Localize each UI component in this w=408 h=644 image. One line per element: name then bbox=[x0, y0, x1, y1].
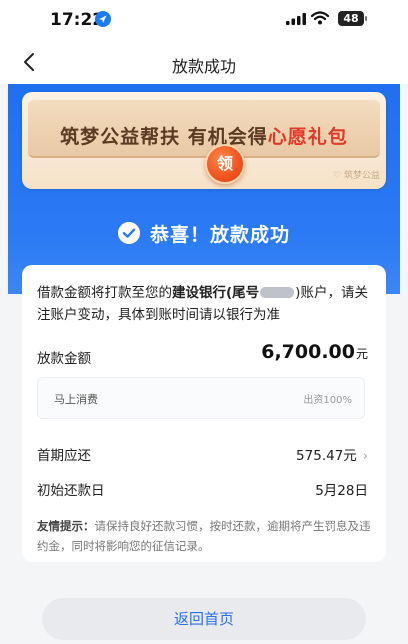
chevron-right-icon: › bbox=[362, 449, 368, 464]
return-home-button[interactable]: 返回首页 bbox=[42, 598, 366, 640]
success-check-icon bbox=[117, 222, 140, 244]
first-repayment-row[interactable]: 575.47元 › bbox=[296, 444, 368, 464]
banner-panel: 筑梦公益帮扶 有机会得心愿礼包 bbox=[28, 100, 380, 158]
nav-bar: 放款成功 bbox=[0, 40, 408, 84]
first-repayment-label: 首期应还 bbox=[37, 448, 91, 464]
banner-badge: ♡ 筑梦公益 bbox=[333, 171, 380, 181]
lender-ratio: 出资100% bbox=[303, 395, 352, 406]
loan-detail-card: 借款金额将打款至您的建设银行(尾号)账户，请关注账户变动，具体到账时间请以银行为… bbox=[22, 265, 386, 562]
banner-headline: 筑梦公益帮扶 有机会得心愿礼包 bbox=[60, 126, 348, 148]
first-due-date-label: 初始还款日 bbox=[37, 483, 105, 499]
masked-account-number bbox=[260, 287, 295, 298]
location-arrow-icon bbox=[95, 11, 111, 27]
first-repayment-value: 575.47元 bbox=[296, 448, 357, 464]
banner-highlight: 心愿礼包 bbox=[267, 126, 348, 148]
first-due-date-value: 5月28日 bbox=[315, 483, 368, 499]
friendly-tip: 友情提示：请保持良好还款习惯，按时还款，逾期将产生罚息及违约金，同时将影响您的征… bbox=[37, 516, 377, 556]
success-message: 恭喜！放款成功 bbox=[149, 223, 290, 246]
bank-name: 建设银行(尾号 bbox=[172, 285, 260, 301]
amount-label: 放款金额 bbox=[37, 351, 91, 367]
battery-indicator: 48 bbox=[338, 11, 367, 26]
page-title: 放款成功 bbox=[171, 57, 236, 76]
lender-name: 马上消费 bbox=[54, 393, 98, 406]
tip-label: 友情提示： bbox=[37, 519, 95, 533]
claim-button[interactable]: 领 bbox=[205, 144, 245, 184]
promo-banner[interactable]: 筑梦公益帮扶 有机会得心愿礼包 领 ♡ 筑梦公益 bbox=[22, 92, 386, 189]
amount-value: 6,700.00元 bbox=[261, 341, 368, 363]
signal-icon bbox=[286, 13, 306, 25]
success-row: 恭喜！放款成功 bbox=[0, 219, 408, 247]
wifi-icon bbox=[311, 11, 329, 25]
lender-box: 马上消费 出资100% bbox=[37, 377, 365, 419]
status-bar: 17:22 48 bbox=[0, 0, 408, 40]
payout-notice: 借款金额将打款至您的建设银行(尾号)账户，请关注账户变动，具体到账时间请以银行为… bbox=[37, 285, 368, 323]
